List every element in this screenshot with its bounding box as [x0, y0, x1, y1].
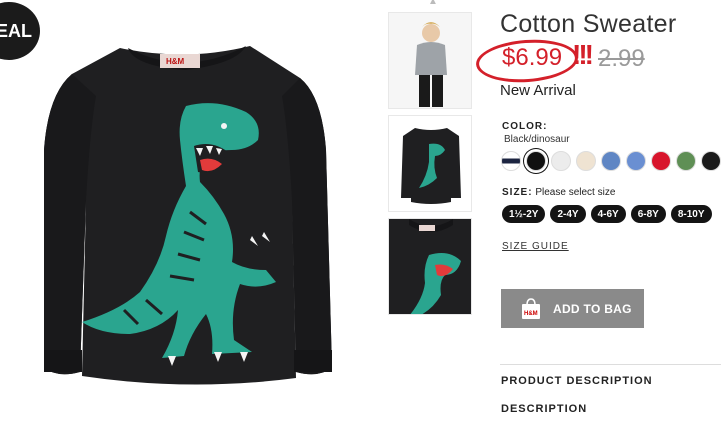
thumbnail-sweater-front[interactable] [388, 115, 472, 212]
sale-price: $6.99 [502, 44, 563, 71]
add-to-bag-label: ADD TO BAG [553, 301, 632, 316]
size-option[interactable]: 4-6Y [590, 205, 626, 223]
sweater-illustration: H&M [44, 46, 332, 385]
shopping-bag-icon: H&M [521, 297, 541, 320]
size-hint: Please select size [535, 187, 616, 198]
swatch-navy-stripe[interactable] [501, 151, 521, 171]
bag-logo: H&M [524, 311, 538, 317]
swatch-red[interactable] [651, 151, 671, 171]
product-description-header[interactable]: PRODUCT DESCRIPTION [501, 375, 653, 387]
swatch-black[interactable] [526, 151, 546, 171]
swatch-green[interactable] [676, 151, 696, 171]
size-row: SIZE: Please select size [502, 187, 615, 198]
add-to-bag-button[interactable]: H&M ADD TO BAG [501, 289, 644, 328]
thumbnail-sweater-detail[interactable] [388, 218, 472, 315]
color-swatches [501, 151, 721, 171]
thumbnail-model[interactable] [388, 12, 472, 109]
original-price: 2.99 [598, 45, 645, 72]
size-option[interactable]: 8-10Y [670, 205, 712, 223]
swatch-blue[interactable] [601, 151, 621, 171]
main-product-image[interactable]: H&M EAL [0, 0, 370, 423]
swatch-periwinkle[interactable] [626, 151, 646, 171]
size-label: SIZE: [502, 187, 533, 198]
size-option[interactable]: 2-4Y [550, 205, 586, 223]
description-header[interactable]: DESCRIPTION [501, 403, 587, 415]
divider [500, 364, 721, 365]
size-option[interactable]: 1½-2Y [502, 205, 546, 223]
exclamation-annotation: !!! [572, 39, 594, 70]
model-photo [389, 13, 471, 108]
product-title: Cotton Sweater [500, 10, 677, 38]
sweater-detail-thumb [389, 219, 471, 314]
size-guide-link[interactable]: SIZE GUIDE [502, 241, 569, 252]
svg-text:H&M: H&M [166, 57, 185, 66]
chevron-up-icon[interactable]: ▲ [428, 0, 438, 7]
swatch-beige[interactable] [576, 151, 596, 171]
selected-color-name: Black/dinosaur [504, 134, 570, 145]
size-options: 1½-2Y 2-4Y 4-6Y 6-8Y 8-10Y [502, 205, 712, 223]
swatch-black-2[interactable] [701, 151, 721, 171]
size-option[interactable]: 6-8Y [630, 205, 666, 223]
sweater-thumb [389, 116, 471, 211]
new-arrival-label: New Arrival [500, 82, 576, 99]
swatch-light-gray[interactable] [551, 151, 571, 171]
color-label: COLOR: [502, 121, 548, 132]
